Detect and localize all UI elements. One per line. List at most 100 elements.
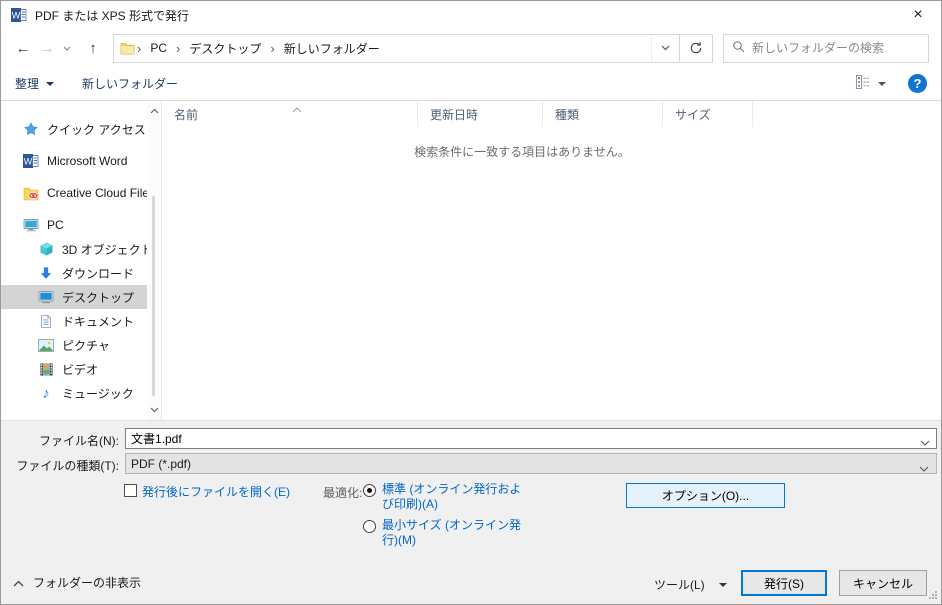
chevron-down-icon: [719, 583, 727, 587]
help-icon[interactable]: ?: [908, 74, 927, 93]
scroll-down-icon[interactable]: [147, 402, 161, 418]
column-header-date-modified[interactable]: 更新日時: [418, 101, 543, 127]
video-film-icon: [38, 361, 54, 377]
sidebar-scrollbar[interactable]: [147, 101, 161, 420]
sidebar-item-music[interactable]: ♪ ミュージック: [1, 381, 147, 405]
recent-locations-icon[interactable]: [59, 36, 75, 60]
column-header-type[interactable]: 種類: [543, 101, 663, 127]
file-name-input[interactable]: [125, 428, 937, 449]
sidebar-item-label: Creative Cloud File: [47, 186, 147, 200]
breadcrumb-separator-icon: ›: [268, 41, 276, 56]
publish-button[interactable]: 発行(S): [741, 570, 827, 596]
options-button[interactable]: オプション(O)...: [626, 483, 785, 508]
breadcrumb-item-desktop[interactable]: デスクトップ: [182, 40, 268, 57]
sidebar-item-videos[interactable]: ビデオ: [1, 357, 147, 381]
sidebar-item-label: ミュージック: [62, 385, 134, 402]
creative-cloud-folder-icon: [23, 185, 39, 201]
folder-icon: [119, 40, 135, 56]
sidebar-item-label: デスクトップ: [62, 289, 134, 306]
up-button[interactable]: ↑: [81, 36, 105, 60]
title-bar: W PDF または XPS 形式で発行 ×: [1, 1, 941, 29]
sidebar-item-label: クイック アクセス: [47, 121, 146, 138]
chevron-up-icon: [13, 576, 24, 590]
optimize-standard-label-line1[interactable]: 標準 (オンライン発行およ: [382, 482, 521, 497]
dialog-title: PDF または XPS 形式で発行: [35, 7, 189, 24]
pc-monitor-icon: [23, 217, 39, 233]
column-header-name[interactable]: 名前: [162, 101, 418, 127]
music-note-icon: ♪: [38, 385, 54, 401]
document-icon: [38, 313, 54, 329]
tools-button[interactable]: ツール(L): [654, 576, 727, 593]
breadcrumb[interactable]: › PC › デスクトップ › 新しいフォルダー: [113, 34, 680, 63]
file-list: 名前 更新日時 種類 サイズ 検索条件に一致する項目はありません。: [161, 101, 941, 420]
3d-cube-icon: [38, 241, 54, 257]
optimize-minimum-label-line2[interactable]: 行)(M): [382, 533, 416, 548]
breadcrumb-item-pc[interactable]: PC: [143, 41, 174, 55]
search-icon: [732, 40, 745, 56]
sidebar-item-label: PC: [47, 218, 64, 232]
word-icon: W: [23, 153, 39, 169]
main-area: クイック アクセス W Microsoft Word Creative Clou…: [1, 101, 941, 420]
file-type-label: ファイルの種類(T):: [1, 457, 119, 474]
close-icon[interactable]: ×: [901, 1, 935, 29]
refresh-icon[interactable]: [680, 34, 713, 63]
file-name-combobox: [125, 428, 937, 449]
hide-folders-button[interactable]: フォルダーの非表示: [13, 574, 141, 591]
optimize-minimum-label-line1[interactable]: 最小サイズ (オンライン発: [382, 518, 521, 533]
sidebar-item-desktop[interactable]: デスクトップ: [1, 285, 147, 309]
command-bar-right: ?: [856, 74, 927, 93]
quick-access-star-icon: [23, 121, 39, 137]
cancel-button[interactable]: キャンセル: [839, 570, 927, 596]
column-header-size[interactable]: サイズ: [663, 101, 753, 127]
sidebar-item-label: ビデオ: [62, 361, 98, 378]
breadcrumb-separator-icon: ›: [174, 41, 182, 56]
search-box: [723, 34, 929, 63]
breadcrumb-item-new-folder[interactable]: 新しいフォルダー: [277, 40, 387, 57]
sidebar-item-pc[interactable]: PC: [1, 213, 147, 237]
sidebar-item-label: ピクチャ: [62, 337, 110, 354]
sidebar-item-creative-cloud-files[interactable]: Creative Cloud File: [1, 181, 147, 205]
optimize-standard-radio[interactable]: [363, 484, 376, 497]
column-label: 名前: [174, 106, 198, 123]
chevron-down-icon: [46, 82, 54, 86]
sidebar-item-pictures[interactable]: ピクチャ: [1, 333, 147, 357]
bottom-panel: ファイル名(N): ファイルの種類(T): PDF (*.pdf) 発行後にファ…: [1, 420, 941, 605]
optimize-standard-label-line2[interactable]: び印刷)(A): [382, 497, 438, 512]
sidebar-item-microsoft-word[interactable]: W Microsoft Word: [1, 149, 147, 173]
publish-pdf-xps-dialog: W PDF または XPS 形式で発行 × ← → ↑ › PC › デスクトッ…: [0, 0, 942, 605]
new-folder-button[interactable]: 新しいフォルダー: [82, 75, 178, 92]
sidebar-item-downloads[interactable]: ダウンロード: [1, 261, 147, 285]
back-button[interactable]: ←: [11, 36, 35, 60]
scrollbar-thumb[interactable]: [152, 196, 155, 396]
svg-text:W: W: [24, 157, 33, 167]
sidebar-item-label: 3D オブジェクト: [62, 241, 147, 258]
chevron-down-icon[interactable]: [919, 461, 929, 475]
resize-grip[interactable]: [928, 589, 938, 603]
sort-ascending-icon: [292, 102, 302, 116]
scroll-up-icon[interactable]: [147, 103, 161, 119]
organize-button[interactable]: 整理: [15, 75, 54, 92]
optimize-minimum-radio[interactable]: [363, 520, 376, 533]
sidebar-item-documents[interactable]: ドキュメント: [1, 309, 147, 333]
open-after-publish-label[interactable]: 発行後にファイルを開く(E): [142, 483, 290, 500]
hide-folders-label: フォルダーの非表示: [33, 574, 141, 591]
views-icon: [856, 75, 871, 92]
sidebar-item-label: ドキュメント: [62, 313, 134, 330]
sidebar-item-3d-objects[interactable]: 3D オブジェクト: [1, 237, 147, 261]
forward-button[interactable]: →: [35, 36, 59, 60]
address-dropdown-icon[interactable]: [651, 35, 679, 62]
word-app-icon: W: [11, 7, 27, 23]
list-header: 名前 更新日時 種類 サイズ: [162, 101, 941, 127]
navigation-pane: クイック アクセス W Microsoft Word Creative Clou…: [1, 101, 161, 420]
change-view-button[interactable]: [856, 75, 886, 92]
column-label: 種類: [555, 106, 579, 123]
empty-folder-message: 検索条件に一致する項目はありません。: [162, 143, 882, 160]
sidebar-item-quick-access[interactable]: クイック アクセス: [1, 117, 147, 141]
svg-text:W: W: [12, 11, 21, 21]
column-label: 更新日時: [430, 106, 478, 123]
open-after-publish-checkbox[interactable]: [124, 484, 137, 497]
search-input[interactable]: [752, 41, 920, 55]
file-type-value: PDF (*.pdf): [131, 457, 191, 471]
file-type-select[interactable]: PDF (*.pdf): [125, 453, 937, 474]
address-bar: ← → ↑ › PC › デスクトップ › 新しいフォルダー: [1, 29, 941, 67]
